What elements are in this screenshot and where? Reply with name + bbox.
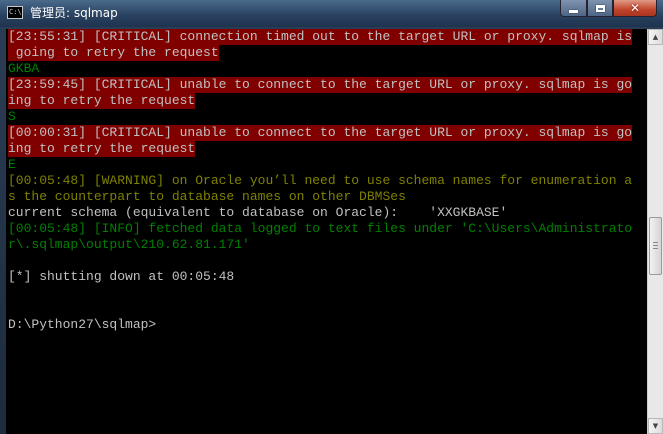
console-line: [*] shutting down at 00:05:48 — [8, 269, 647, 285]
console-line-text: s the counterpart to database names on o… — [8, 189, 406, 204]
console-window: C:\ 管理员: sqlmap ✕ [23:55:31] [CRITICAL] … — [0, 0, 663, 434]
console-line-text: current schema (equivalent to database o… — [8, 205, 508, 220]
console-line: [23:59:45] [CRITICAL] unable to connect … — [8, 77, 647, 93]
console-line: S — [8, 109, 647, 125]
title-bar[interactable]: C:\ 管理员: sqlmap ✕ — [0, 0, 663, 27]
maximize-icon — [595, 4, 605, 12]
console-line-text: E — [8, 157, 16, 172]
console-line: ing to retry the request — [8, 93, 647, 109]
grip-line — [653, 248, 658, 249]
minimize-button[interactable] — [560, 0, 587, 17]
console-line-text: ing to retry the request — [8, 93, 196, 109]
scroll-thumb[interactable] — [649, 217, 662, 275]
console-line-text: going to retry the request — [8, 45, 219, 61]
console-line: ing to retry the request — [8, 141, 647, 157]
console-line-text: [00:05:48] [INFO] fetched data logged to… — [8, 221, 633, 236]
console-line-text: D:\Python27\sqlmap> — [8, 317, 157, 332]
grip-line — [653, 245, 658, 246]
console-line: [00:05:48] [INFO] fetched data logged to… — [8, 221, 647, 237]
console-line-text: S — [8, 109, 16, 124]
cmd-console-icon[interactable]: C:\ — [7, 6, 23, 19]
window-controls: ✕ — [560, 0, 657, 18]
console-line: r\.sqlmap\output\210.62.81.171' — [8, 237, 647, 253]
close-icon: ✕ — [629, 1, 641, 15]
close-button[interactable]: ✕ — [613, 0, 657, 17]
console-line: [00:00:31] [CRITICAL] unable to connect … — [8, 125, 647, 141]
grip-line — [653, 242, 658, 243]
console-line-text: [00:00:31] [CRITICAL] unable to connect … — [8, 125, 633, 141]
maximize-button[interactable] — [587, 0, 613, 17]
arrow-down-icon: ▼ — [652, 421, 659, 430]
arrow-up-icon: ▲ — [652, 32, 659, 41]
console-line: s the counterpart to database names on o… — [8, 189, 647, 205]
console-line: going to retry the request — [8, 45, 647, 61]
console-line-text: GKBA — [8, 61, 40, 76]
console-line-text: ing to retry the request — [8, 141, 196, 157]
minimize-icon — [569, 9, 578, 13]
console-line: GKBA — [8, 61, 647, 77]
console-line: E — [8, 157, 647, 173]
console-line-text: [00:05:48] [WARNING] on Oracle you’ll ne… — [8, 173, 633, 188]
console-line-text: [*] shutting down at 00:05:48 — [8, 269, 235, 284]
scroll-up-button[interactable]: ▲ — [648, 29, 663, 45]
console-line-text: [23:55:31] [CRITICAL] connection timed o… — [8, 29, 633, 45]
console-line: [00:05:48] [WARNING] on Oracle you’ll ne… — [8, 173, 647, 189]
console-line-text: [23:59:45] [CRITICAL] unable to connect … — [8, 77, 633, 93]
vertical-scrollbar[interactable]: ▲ ▼ — [647, 29, 663, 434]
console-output[interactable]: [23:55:31] [CRITICAL] connection timed o… — [6, 29, 647, 434]
console-line: D:\Python27\sqlmap> — [8, 317, 647, 333]
scroll-down-button[interactable]: ▼ — [648, 418, 663, 434]
console-line: [23:55:31] [CRITICAL] connection timed o… — [8, 29, 647, 45]
console-line: current schema (equivalent to database o… — [8, 205, 647, 221]
console-line-text: r\.sqlmap\output\210.62.81.171' — [8, 237, 250, 252]
console-lines: [23:55:31] [CRITICAL] connection timed o… — [8, 29, 647, 333]
window-title: 管理员: sqlmap — [30, 6, 118, 20]
